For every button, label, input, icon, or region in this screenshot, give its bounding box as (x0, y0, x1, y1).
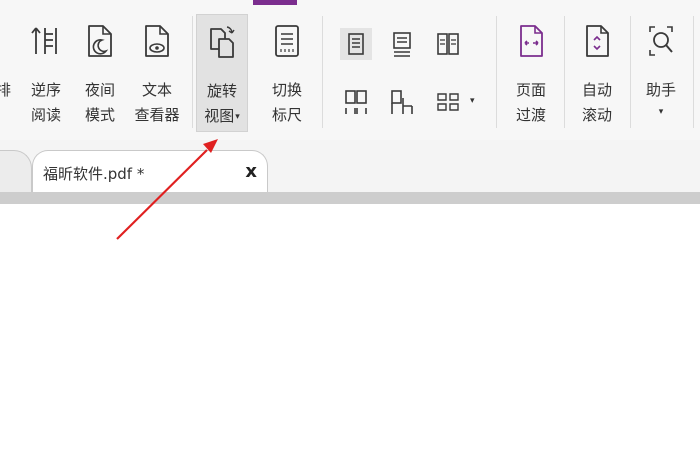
single-page-icon (348, 33, 364, 55)
document-tab-title: 福昕软件.pdf * (43, 165, 145, 183)
document-view-area[interactable] (0, 204, 700, 465)
separator (192, 16, 193, 128)
previous-document-tab[interactable] (0, 150, 32, 193)
chevron-down-icon: ▾ (235, 112, 240, 122)
facing-pages-icon (437, 33, 459, 55)
separator (496, 16, 497, 128)
continuous-facing-layout-button[interactable] (340, 86, 372, 118)
active-ribbon-tab-indicator (253, 0, 297, 5)
close-tab-icon[interactable]: x (245, 161, 257, 182)
continuous-layout-button[interactable] (386, 28, 418, 60)
text-viewer-button[interactable]: 文本 查看器 (128, 14, 186, 132)
tab-bar-bottom-border (0, 192, 700, 204)
auto-scroll-button[interactable]: 自动 滚动 (572, 14, 622, 132)
rotate-view-label-1: 旋转 (206, 82, 237, 100)
split-view-button[interactable] (432, 86, 464, 118)
night-mode-label-1: 夜间 (84, 81, 115, 99)
switch-ruler-button[interactable]: 切换 标尺 (262, 14, 312, 132)
single-page-layout-button[interactable] (340, 28, 372, 60)
ruler-icon (272, 22, 302, 60)
facing-layout-button[interactable] (432, 28, 464, 60)
rotate-view-button[interactable]: 旋转 视图▾ (196, 14, 248, 132)
reverse-order-icon (31, 22, 61, 60)
text-viewer-icon (142, 22, 172, 60)
text-viewer-label-1: 文本 (141, 81, 172, 99)
assistant-label: 助手 (645, 81, 676, 99)
partial-arrange-button[interactable]: 排 (0, 14, 12, 132)
page-transition-icon (516, 22, 546, 60)
cover-page-icon (391, 90, 413, 114)
text-viewer-label-2: 查看器 (134, 106, 180, 124)
continuous-page-icon (393, 32, 411, 57)
document-tab[interactable]: 福昕软件.pdf * x (32, 150, 268, 192)
separator (564, 16, 565, 128)
cover-page-layout-button[interactable] (386, 86, 418, 118)
rotate-view-label-2: 视图▾ (204, 107, 240, 125)
auto-scroll-label-2: 滚动 (581, 106, 612, 124)
partial-label: 排 (0, 81, 12, 99)
separator (322, 16, 323, 128)
reverse-order-read-button[interactable]: 逆序 阅读 (22, 14, 70, 132)
page-transition-label-1: 页面 (515, 81, 546, 99)
assistant-dropdown-icon: ▾ (658, 107, 664, 117)
night-mode-icon (85, 22, 115, 60)
reverse-order-label-2: 阅读 (30, 106, 61, 124)
page-arrange-icon (0, 22, 9, 60)
assistant-search-icon (646, 22, 676, 60)
auto-scroll-label-1: 自动 (581, 81, 612, 99)
page-transition-button[interactable]: 页面 过渡 (506, 14, 556, 132)
page-transition-label-2: 过渡 (515, 106, 546, 124)
reverse-order-label-1: 逆序 (30, 81, 61, 99)
assistant-button[interactable]: 助手 ▾ (638, 14, 684, 132)
rotate-view-icon (207, 23, 237, 61)
auto-scroll-icon (582, 22, 612, 60)
switch-ruler-label-1: 切换 (271, 81, 302, 99)
split-view-icon (437, 93, 459, 111)
night-mode-button[interactable]: 夜间 模式 (76, 14, 124, 132)
continuous-facing-icon (345, 90, 367, 114)
ribbon-toolbar: 排 逆序 阅读 夜间 模式 文本 查看器 旋转 视图▾ 切换 标尺 ▾ 页面 过… (0, 0, 700, 140)
separator (630, 16, 631, 128)
split-view-dropdown-icon[interactable]: ▾ (470, 96, 475, 106)
night-mode-label-2: 模式 (84, 106, 115, 124)
separator (693, 16, 694, 128)
switch-ruler-label-2: 标尺 (271, 106, 302, 124)
